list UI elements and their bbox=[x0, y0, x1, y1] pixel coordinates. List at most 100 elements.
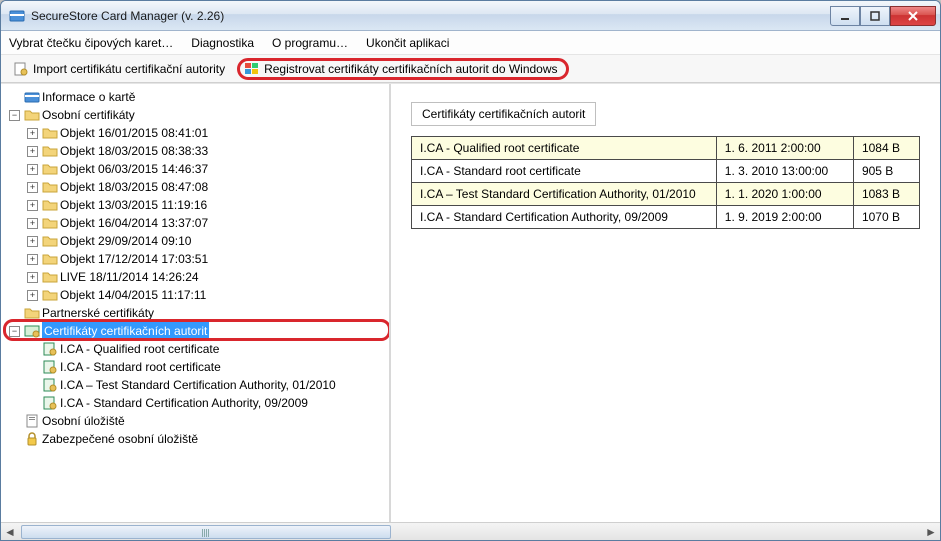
folder-icon bbox=[42, 269, 58, 285]
tree-ca-item[interactable]: I.CA - Standard Certification Authority,… bbox=[25, 394, 389, 412]
close-button[interactable] bbox=[890, 6, 936, 26]
tree-object-label: LIVE 18/11/2014 14:26:24 bbox=[60, 268, 199, 286]
toolbar: Import certifikátu certifikační autority… bbox=[1, 55, 940, 83]
maximize-button[interactable] bbox=[860, 6, 890, 26]
tree-object-label: Objekt 18/03/2015 08:38:33 bbox=[60, 142, 208, 160]
tree-ca-item-label: I.CA - Qualified root certificate bbox=[60, 340, 219, 358]
cert-table: I.CA - Qualified root certificate1. 6. 2… bbox=[411, 136, 920, 229]
tree-partner-certs[interactable]: Partnerské certifikáty bbox=[7, 304, 389, 322]
tree-object-item[interactable]: + Objekt 29/09/2014 09:10 bbox=[25, 232, 389, 250]
import-ca-cert-button[interactable]: Import certifikátu certifikační autority bbox=[7, 59, 231, 79]
menu-select-reader[interactable]: Vybrat čtečku čipových karet… bbox=[9, 36, 173, 50]
spacer bbox=[9, 92, 20, 103]
tree-ca-item-label: I.CA – Test Standard Certification Autho… bbox=[60, 376, 336, 394]
scroll-right-icon[interactable]: ► bbox=[922, 524, 940, 540]
minimize-button[interactable] bbox=[830, 6, 860, 26]
expand-icon[interactable]: + bbox=[27, 182, 38, 193]
table-row[interactable]: I.CA – Test Standard Certification Autho… bbox=[412, 183, 920, 206]
tree-object-item[interactable]: +Objekt 18/03/2015 08:47:08 bbox=[25, 178, 389, 196]
tree-card-info-label: Informace o kartě bbox=[42, 88, 135, 106]
table-row[interactable]: I.CA - Standard Certification Authority,… bbox=[412, 206, 920, 229]
windows-flag-icon bbox=[244, 61, 260, 77]
tree-object-item[interactable]: + Objekt 16/01/2015 08:41:01 bbox=[25, 124, 389, 142]
window-controls bbox=[830, 6, 936, 26]
table-row[interactable]: I.CA - Qualified root certificate1. 6. 2… bbox=[412, 137, 920, 160]
tree-object-item[interactable]: +Objekt 16/04/2014 13:37:07 bbox=[25, 214, 389, 232]
tree-ca-item-label: I.CA - Standard Certification Authority,… bbox=[60, 394, 308, 412]
folder-icon bbox=[42, 287, 58, 303]
tree-secure-store[interactable]: Zabezpečené osobní úložiště bbox=[7, 430, 389, 448]
certificate-icon bbox=[42, 359, 58, 375]
tree-ca-certs[interactable]: − Certifikáty certifikačních autorit bbox=[7, 322, 389, 340]
storage-icon bbox=[24, 413, 40, 429]
tree-object-label: Objekt 13/03/2015 11:19:16 bbox=[60, 196, 207, 214]
folder-icon bbox=[42, 161, 58, 177]
tree-object-item[interactable]: + Objekt 18/03/2015 08:38:33 bbox=[25, 142, 389, 160]
expand-icon[interactable]: + bbox=[27, 200, 38, 211]
tree-ca-item[interactable]: I.CA - Qualified root certificate bbox=[25, 340, 389, 358]
scroll-left-icon[interactable]: ◄ bbox=[1, 524, 19, 540]
menubar: Vybrat čtečku čipových karet… Diagnostik… bbox=[1, 31, 940, 55]
table-row[interactable]: I.CA - Standard root certificate1. 3. 20… bbox=[412, 160, 920, 183]
folder-icon bbox=[42, 197, 58, 213]
menu-diagnostics[interactable]: Diagnostika bbox=[191, 36, 254, 50]
spacer bbox=[27, 380, 38, 391]
tree-ca-certs-label: Certifikáty certifikačních autorit bbox=[42, 322, 209, 340]
folder-icon bbox=[42, 233, 58, 249]
folder-icon bbox=[42, 179, 58, 195]
tree-ca-item[interactable]: I.CA – Test Standard Certification Autho… bbox=[25, 376, 389, 394]
expand-icon[interactable]: + bbox=[27, 164, 38, 175]
expand-icon[interactable]: + bbox=[27, 290, 38, 301]
certificate-folder-icon bbox=[24, 323, 40, 339]
expand-icon[interactable]: + bbox=[27, 236, 38, 247]
folder-icon bbox=[42, 251, 58, 267]
register-ca-certs-button[interactable]: Registrovat certifikáty certifikačních a… bbox=[237, 58, 568, 80]
tree-object-item[interactable]: + Objekt 14/04/2015 11:17:11 bbox=[25, 286, 389, 304]
spacer bbox=[9, 416, 20, 427]
folder-icon bbox=[24, 107, 40, 123]
tree-object-item[interactable]: +Objekt 06/03/2015 14:46:37 bbox=[25, 160, 389, 178]
tree-object-label: Objekt 29/09/2014 09:10 bbox=[60, 232, 191, 250]
table-cell-size: 1084 B bbox=[853, 137, 919, 160]
titlebar: SecureStore Card Manager (v. 2.26) bbox=[1, 1, 940, 31]
tree-ca-item-label: I.CA - Standard root certificate bbox=[60, 358, 221, 376]
folder-icon bbox=[42, 215, 58, 231]
folder-icon bbox=[42, 143, 58, 159]
tree-object-label: Objekt 16/01/2015 08:41:01 bbox=[60, 124, 208, 142]
horizontal-scrollbar[interactable]: ◄ ► bbox=[1, 522, 940, 540]
certificate-icon bbox=[13, 61, 29, 77]
expand-icon[interactable]: + bbox=[27, 218, 38, 229]
expand-icon[interactable]: + bbox=[27, 272, 38, 283]
collapse-icon[interactable]: − bbox=[9, 326, 20, 337]
lock-icon bbox=[24, 431, 40, 447]
expand-icon[interactable]: + bbox=[27, 254, 38, 265]
tree-ca-item[interactable]: I.CA - Standard root certificate bbox=[25, 358, 389, 376]
folder-icon bbox=[42, 125, 58, 141]
table-cell-size: 1083 B bbox=[853, 183, 919, 206]
table-cell-date: 1. 9. 2019 2:00:00 bbox=[716, 206, 853, 229]
tree-object-item[interactable]: + Objekt 13/03/2015 11:19:16 bbox=[25, 196, 389, 214]
folder-icon bbox=[24, 305, 40, 321]
spacer bbox=[9, 434, 20, 445]
certificate-icon bbox=[42, 377, 58, 393]
tree-pane[interactable]: Informace o kartě − Osobní certifikáty +… bbox=[1, 84, 391, 522]
table-cell-name: I.CA - Standard root certificate bbox=[412, 160, 717, 183]
tree-card-info[interactable]: Informace o kartě bbox=[7, 88, 389, 106]
tree-object-item[interactable]: + LIVE 18/11/2014 14:26:24 bbox=[25, 268, 389, 286]
tree-object-label: Objekt 17/12/2014 17:03:51 bbox=[60, 250, 208, 268]
spacer bbox=[27, 398, 38, 409]
menu-exit[interactable]: Ukončit aplikaci bbox=[366, 36, 449, 50]
tree-personal-store[interactable]: Osobní úložiště bbox=[7, 412, 389, 430]
scroll-track[interactable] bbox=[19, 524, 922, 540]
scroll-thumb[interactable] bbox=[21, 525, 391, 539]
expand-icon[interactable]: + bbox=[27, 146, 38, 157]
card-icon bbox=[24, 89, 40, 105]
table-cell-size: 905 B bbox=[853, 160, 919, 183]
collapse-icon[interactable]: − bbox=[9, 110, 20, 121]
certificate-icon bbox=[42, 341, 58, 357]
tree-object-item[interactable]: + Objekt 17/12/2014 17:03:51 bbox=[25, 250, 389, 268]
tree-object-label: Objekt 14/04/2015 11:17:11 bbox=[60, 286, 206, 304]
menu-about[interactable]: O programu… bbox=[272, 36, 348, 50]
tree-personal-certs[interactable]: − Osobní certifikáty bbox=[7, 106, 389, 124]
expand-icon[interactable]: + bbox=[27, 128, 38, 139]
